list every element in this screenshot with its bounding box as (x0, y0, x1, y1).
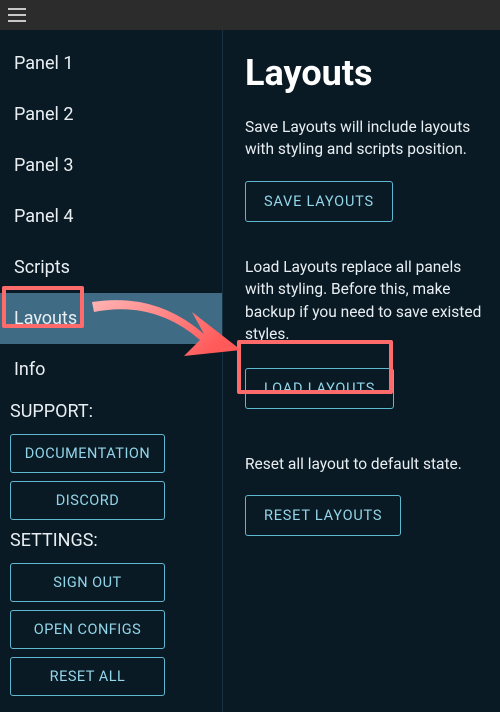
save-layouts-desc: Save Layouts will include layouts with s… (245, 116, 482, 161)
sidebar-item-info[interactable]: Info (0, 344, 222, 395)
support-heading: SUPPORT: (0, 395, 222, 430)
load-layouts-desc: Load Layouts replace all panels with sty… (245, 256, 482, 346)
documentation-button[interactable]: DOCUMENTATION (10, 434, 165, 473)
save-layouts-block: Save Layouts will include layouts with s… (245, 116, 482, 256)
sidebar-item-panel-2[interactable]: Panel 2 (0, 89, 222, 140)
open-configs-button[interactable]: OPEN CONFIGS (10, 610, 165, 649)
main-content: Layouts Save Layouts will include layout… (223, 30, 500, 712)
load-layouts-block: Load Layouts replace all panels with sty… (245, 256, 482, 443)
sidebar-item-panel-3[interactable]: Panel 3 (0, 140, 222, 191)
settings-heading: SETTINGS: (0, 524, 222, 559)
sidebar-item-panel-1[interactable]: Panel 1 (0, 38, 222, 89)
app-body: Panel 1 Panel 2 Panel 3 Panel 4 Scripts … (0, 30, 500, 712)
page-title: Layouts (245, 52, 482, 94)
hamburger-menu-icon[interactable] (8, 8, 26, 22)
reset-layouts-button[interactable]: RESET LAYOUTS (245, 495, 401, 536)
sidebar: Panel 1 Panel 2 Panel 3 Panel 4 Scripts … (0, 30, 223, 712)
load-layouts-button[interactable]: LOAD LAYOUTS (245, 368, 394, 409)
discord-button[interactable]: DISCORD (10, 481, 165, 520)
reset-all-button[interactable]: RESET ALL (10, 657, 165, 696)
sign-out-button[interactable]: SIGN OUT (10, 563, 165, 602)
save-layouts-button[interactable]: SAVE LAYOUTS (245, 181, 393, 222)
reset-layouts-block: Reset all layout to default state. RESET… (245, 453, 482, 570)
sidebar-item-panel-4[interactable]: Panel 4 (0, 191, 222, 242)
sidebar-item-layouts[interactable]: Layouts (0, 293, 222, 344)
reset-layouts-desc: Reset all layout to default state. (245, 453, 482, 475)
sidebar-item-scripts[interactable]: Scripts (0, 242, 222, 293)
topbar (0, 0, 500, 30)
